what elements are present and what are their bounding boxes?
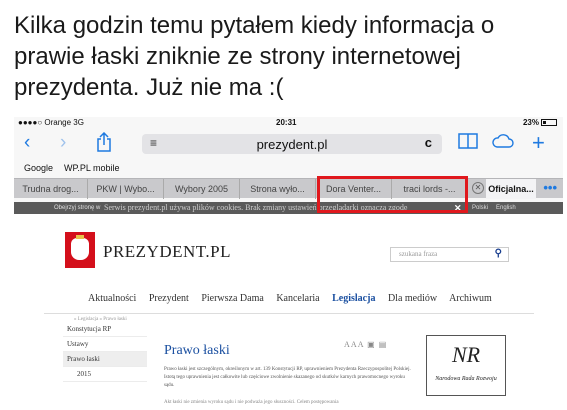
tab-bar: Trudna drog... PKW | Wybo... Wybory 2005… xyxy=(14,178,563,199)
article-paragraph-2: Akt łaski nie zmienia wyroku sądu i nie … xyxy=(164,400,339,405)
tweet-caption: Kilka godzin temu pytałem kiedy informac… xyxy=(14,12,495,101)
battery-label: 23% xyxy=(522,118,539,127)
side-item-2015[interactable]: 2015 xyxy=(63,367,147,382)
share-icon[interactable] xyxy=(96,131,112,158)
book-icon[interactable] xyxy=(458,132,478,156)
tab-strona[interactable]: Strona wyło... xyxy=(240,179,316,199)
nav-aktualnosci[interactable]: Aktualności xyxy=(88,293,136,304)
search-placeholder: szukana fraza xyxy=(399,250,438,258)
article-paragraph: Prawo łaski jest szczególnym, określonym… xyxy=(164,367,411,388)
nrr-banner[interactable]: NR Narodowa Rada Rozwoju xyxy=(426,335,506,396)
reload-icon[interactable]: c xyxy=(425,135,432,150)
nav-archiwum[interactable]: Archiwum xyxy=(449,293,492,304)
side-item-prawo-laski[interactable]: Prawo łaski xyxy=(63,352,147,367)
lang-polski[interactable]: Polski xyxy=(472,202,488,214)
browser-screenshot: ●●●●○ Orange 3G 20:31 23% ‹ › ≡ prezyden… xyxy=(14,117,563,410)
article-tools: A A A ▣ ▤ xyxy=(344,340,386,349)
address-bar[interactable]: ≡ prezydent.pl c xyxy=(142,134,442,154)
web-page: PREZYDENT.PL szukana fraza ⚲ Aktualności… xyxy=(14,214,563,410)
nav-kancelaria[interactable]: Kancelaria xyxy=(276,293,319,304)
battery-indicator: 23% xyxy=(523,118,557,127)
bookmark-wp[interactable]: WP.PL mobile xyxy=(64,163,120,173)
carrier-label: ●●●●○ Orange 3G xyxy=(18,118,84,127)
emblem-crown-shape xyxy=(76,235,84,239)
eagle-emblem-icon xyxy=(65,232,95,268)
side-item-ustawy[interactable]: Ustawy xyxy=(63,337,147,352)
nav-legislacja[interactable]: Legislacja xyxy=(332,293,375,304)
search-icon[interactable]: ⚲ xyxy=(495,248,502,259)
site-logo[interactable]: PREZYDENT.PL xyxy=(103,242,231,262)
url-text: prezydent.pl xyxy=(256,137,328,152)
cookie-bar-left: Obejrzyj stronę w xyxy=(54,205,101,211)
chevron-right-icon[interactable]: › xyxy=(60,132,66,154)
tab-trudna[interactable]: Trudna drog... xyxy=(14,179,88,199)
save-icon[interactable]: ▤ xyxy=(377,340,387,349)
plus-icon[interactable]: + xyxy=(532,132,545,154)
article-title: Prawo łaski xyxy=(164,343,230,358)
tab-wybory-2005[interactable]: Wybory 2005 xyxy=(164,179,240,199)
nav-prezydent[interactable]: Prezydent xyxy=(149,293,189,304)
bookmark-google[interactable]: Google xyxy=(24,163,53,173)
tab-pkw[interactable]: PKW | Wybo... xyxy=(88,179,164,199)
main-nav: Aktualności Prezydent Pierwsza Dama Kanc… xyxy=(88,293,502,304)
bookmarks-bar: Google WP.PL mobile xyxy=(14,160,563,174)
red-highlight-box xyxy=(317,176,468,213)
browser-toolbar: ‹ › ≡ prezydent.pl c + xyxy=(14,129,563,157)
cookie-bar: Obejrzyj stronę w Serwis prezydent.pl uż… xyxy=(14,202,563,214)
battery-icon xyxy=(541,119,557,126)
clock: 20:31 xyxy=(276,118,297,127)
close-tab-icon[interactable]: ✕ xyxy=(472,182,484,194)
nrr-name: Narodowa Rada Rozwoju xyxy=(435,376,497,382)
emblem-eagle-shape xyxy=(71,238,89,260)
lang-english[interactable]: English xyxy=(496,202,516,214)
nav-dla-mediow[interactable]: Dla mediów xyxy=(388,293,437,304)
nrr-monogram: NR xyxy=(451,342,481,367)
more-tabs-icon[interactable]: ••• xyxy=(543,179,557,197)
tab-oficjalna[interactable]: Oficjalna... xyxy=(486,179,536,199)
side-item-konstytucja[interactable]: Konstytucja RP xyxy=(63,322,147,337)
site-search-input[interactable]: szukana fraza ⚲ xyxy=(390,247,509,262)
nav-pierwsza-dama[interactable]: Pierwsza Dama xyxy=(201,293,263,304)
print-icon[interactable]: ▣ xyxy=(365,340,375,349)
cloud-icon[interactable] xyxy=(492,132,514,154)
status-bar: ●●●●○ Orange 3G 20:31 23% xyxy=(14,117,563,129)
font-size-tools[interactable]: A A A xyxy=(344,340,363,349)
chevron-left-icon[interactable]: ‹ xyxy=(24,132,30,154)
side-menu: Konstytucja RP Ustawy Prawo łaski 2015 xyxy=(63,322,147,382)
